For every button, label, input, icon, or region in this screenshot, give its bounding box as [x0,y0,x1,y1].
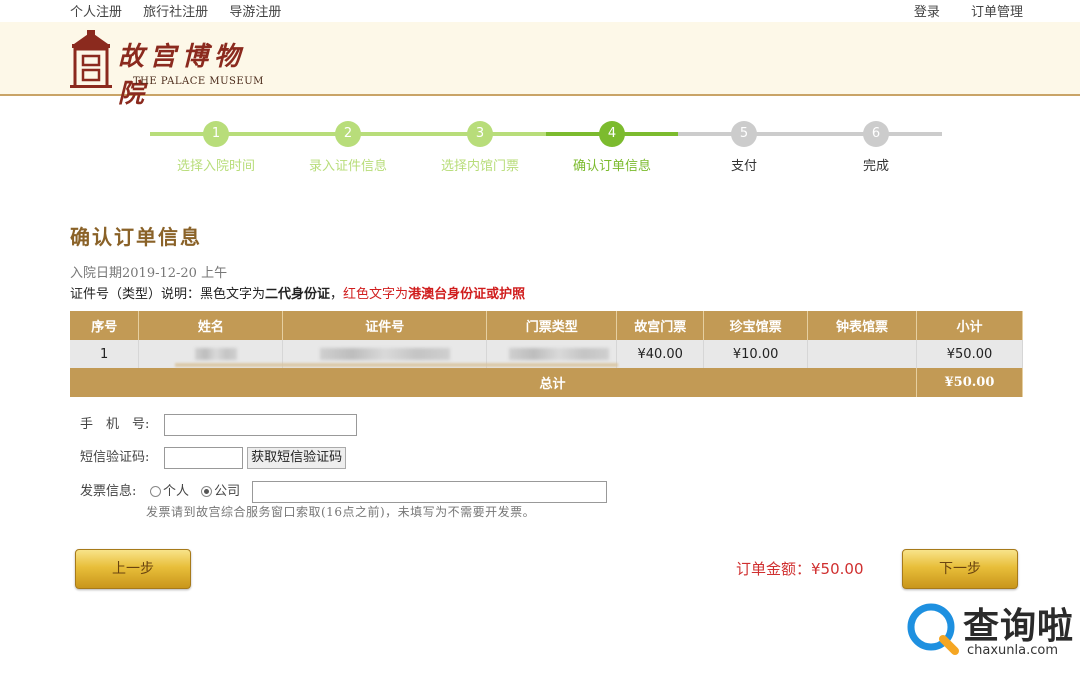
cell-palace-ticket: ¥40.00 [616,340,705,368]
step-number-badge: 2 [335,121,361,147]
note-red-prefix: 红色文字为 [343,287,409,302]
step-3: 3 选择内馆门票 [414,118,546,174]
radio-personal[interactable] [150,486,161,497]
palace-gate-icon [70,30,112,88]
phone-input[interactable] [164,413,357,436]
step-1: 1 选择入院时间 [150,118,282,174]
total-label: 总计 [70,368,917,397]
step-label: 选择入院时间 [176,159,255,174]
step-number-badge: 3 [467,121,493,147]
next-step-button[interactable]: 下一步 [902,549,1018,589]
personal-register-link[interactable]: 个人注册 [70,5,122,20]
invoice-hint: 发票请到故宫综合服务窗口索取(16点之前)，未填写为不需要开发票。 [146,505,536,519]
top-bar-left: 个人注册 旅行社注册 导游注册 [70,1,298,20]
table-total-row: 总计 ¥50.00 [70,368,1023,397]
top-bar-right: 登录 订单管理 [887,1,1023,20]
header-ticket-type: 门票类型 [486,311,618,340]
progress-steps: 1 选择入院时间 2 录入证件信息 3 选择内馆门票 4 确认订单信息 5 支付 6 完成 [150,118,942,178]
order-table: 序号 姓名 证件号 门票类型 故宫门票 珍宝馆票 钟表馆票 小计 1 ¥40.0… [70,311,1023,397]
invoice-company-input[interactable] [252,480,608,503]
radio-company-label: 公司 [214,484,241,499]
header-clock-ticket: 钟表馆票 [807,311,917,340]
watermark-url: chaxunla.com [967,643,1058,658]
phone-label: 手 机 号: [80,417,150,432]
invoice-label: 发票信息: [80,484,137,499]
prev-step-button[interactable]: 上一步 [75,549,191,589]
step-6: 6 完成 [810,118,942,174]
cell-subtotal: ¥50.00 [916,340,1023,368]
step-label: 录入证件信息 [308,159,387,174]
row-shadow-divider [175,363,618,367]
step-2: 2 录入证件信息 [282,118,414,174]
blurred-id-number [319,348,450,360]
cell-clock-ticket [807,340,917,368]
radio-personal-label: 个人 [163,484,190,499]
note-prefix: 证件号（类型）说明：黑色文字为 [70,287,266,302]
order-amount: 订单金额：¥50.00 [736,558,864,579]
radio-company[interactable] [201,486,213,497]
order-amount-value: ¥50.00 [811,560,864,578]
header-seq: 序号 [70,311,140,340]
step-label: 支付 [730,159,757,174]
logo-chinese-text: 故宫博物院 [118,42,247,109]
step-label: 选择内馆门票 [440,159,519,174]
note-red-strong: 港澳台身份证或护照 [408,287,526,302]
blurred-ticket-type [508,348,609,360]
watermark-brand: 查询啦 [963,606,1075,647]
header-subtotal: 小计 [916,311,1023,340]
header-id-number: 证件号 [282,311,488,340]
order-management-link[interactable]: 订单管理 [971,5,1023,20]
invoice-row: 发票信息: 个人 公司 [80,480,608,503]
step-number-badge: 5 [731,121,757,147]
step-4: 4 确认订单信息 [546,118,678,174]
guide-register-link[interactable]: 导游注册 [229,5,281,20]
page-title: 确认订单信息 [70,225,202,249]
login-link[interactable]: 登录 [914,5,940,20]
step-label: 完成 [862,159,889,174]
sms-code-input[interactable] [164,446,243,469]
header-palace-ticket: 故宫门票 [616,311,705,340]
header-treasure-ticket: 珍宝馆票 [703,311,809,340]
logo-english-text: THE PALACE MUSEUM [133,76,264,87]
total-value: ¥50.00 [916,368,1023,397]
sms-row: 短信验证码: 获取短信验证码 [80,446,347,469]
visit-date: 入院日期2019-12-20 上午 [70,266,228,281]
blurred-name [194,348,237,360]
step-number-badge: 6 [863,121,889,147]
watermark: 查询啦 chaxunla.com [905,595,1075,665]
step-number-badge: 4 [599,121,625,147]
note-black-strong: 二代身份证 [265,287,331,302]
note-sep: ， [330,287,344,302]
table-header-row: 序号 姓名 证件号 门票类型 故宫门票 珍宝馆票 钟表馆票 小计 [70,311,1023,340]
order-amount-label: 订单金额： [736,560,812,578]
agency-register-link[interactable]: 旅行社注册 [143,5,208,20]
header-name: 姓名 [138,311,284,340]
id-type-note: 证件号（类型）说明：黑色文字为二代身份证，红色文字为港澳台身份证或护照 [70,283,525,302]
magnifier-logo-icon [907,603,959,655]
phone-row: 手 机 号: [80,413,357,436]
palace-museum-logo[interactable]: 故宫博物院 THE PALACE MUSEUM [70,30,270,109]
sms-label: 短信验证码: [80,450,150,465]
get-sms-code-button[interactable]: 获取短信验证码 [247,446,347,469]
cell-treasure-ticket: ¥10.00 [703,340,809,368]
step-5: 5 支付 [678,118,810,174]
step-number-badge: 1 [203,121,229,147]
cell-seq: 1 [70,340,140,368]
step-label: 确认订单信息 [572,159,651,174]
site-header: 故宫博物院 THE PALACE MUSEUM [0,22,1080,109]
top-bar: 个人注册 旅行社注册 导游注册 登录 订单管理 [0,0,1080,22]
